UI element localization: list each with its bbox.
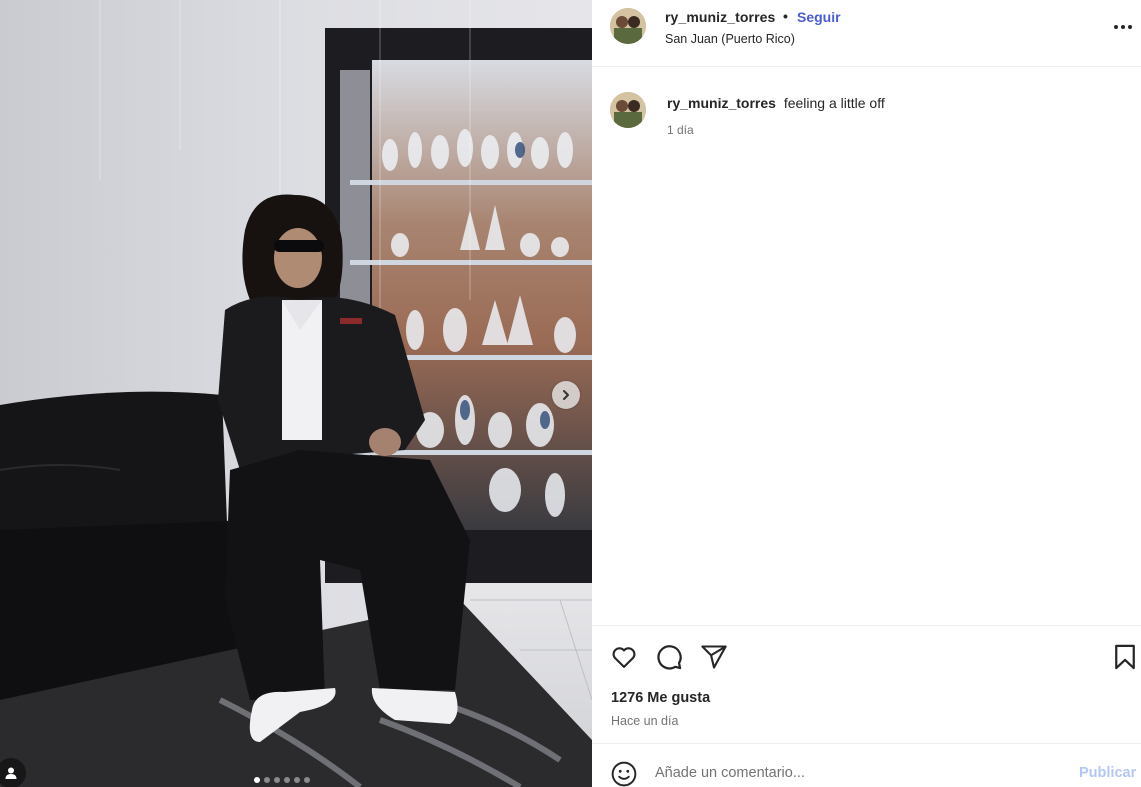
post-photo xyxy=(0,0,592,787)
carousel-dot xyxy=(304,777,310,783)
user-icon xyxy=(5,767,17,779)
post-timestamp[interactable]: Hace un día xyxy=(611,714,678,728)
carousel-dot xyxy=(254,777,260,783)
likes-count[interactable]: 1276 Me gusta xyxy=(611,690,710,706)
carousel-dot xyxy=(284,777,290,783)
save-button[interactable] xyxy=(1111,643,1139,671)
more-options-button[interactable] xyxy=(1112,18,1134,36)
post-header: ry_muniz_torres • Seguir San Juan (Puert… xyxy=(592,0,1141,67)
post-actions: 1276 Me gusta Hace un día xyxy=(592,625,1141,743)
caption-username[interactable]: ry_muniz_torres xyxy=(667,95,776,111)
author-username[interactable]: ry_muniz_torres xyxy=(665,9,775,25)
tagged-users-button[interactable] xyxy=(0,758,26,787)
follow-button[interactable]: Seguir xyxy=(797,9,841,25)
caption-timestamp[interactable]: 1 día xyxy=(667,123,694,137)
avatar[interactable] xyxy=(610,8,646,44)
carousel-dot xyxy=(294,777,300,783)
send-icon xyxy=(701,645,727,669)
add-comment-bar: Publicar xyxy=(592,743,1141,787)
post-details-panel: ry_muniz_torres • Seguir San Juan (Puert… xyxy=(592,0,1141,787)
post-location[interactable]: San Juan (Puerto Rico) xyxy=(665,32,795,46)
comment-button[interactable] xyxy=(655,643,683,671)
heart-icon xyxy=(612,647,636,668)
post-media[interactable] xyxy=(0,0,592,787)
carousel-indicator xyxy=(254,777,310,783)
next-slide-button[interactable] xyxy=(552,381,580,409)
comment-input[interactable] xyxy=(655,756,1065,787)
carousel-dot xyxy=(264,777,270,783)
avatar-image xyxy=(610,92,646,128)
emoji-button[interactable] xyxy=(611,761,637,787)
carousel-dot xyxy=(274,777,280,783)
caption-text-line: ry_muniz_torres feeling a little off xyxy=(667,95,885,111)
avatar[interactable] xyxy=(610,92,646,128)
share-button[interactable] xyxy=(700,643,728,671)
like-button[interactable] xyxy=(610,643,638,671)
comment-icon xyxy=(657,645,682,670)
more-horizontal-icon xyxy=(1114,25,1132,29)
avatar-image xyxy=(610,8,646,44)
caption-text: feeling a little off xyxy=(783,95,885,111)
publish-button[interactable]: Publicar xyxy=(1079,765,1136,781)
emoji-icon xyxy=(611,761,637,787)
separator-dot: • xyxy=(783,8,788,24)
bookmark-icon xyxy=(1115,644,1135,670)
chevron-right-icon xyxy=(563,390,569,400)
